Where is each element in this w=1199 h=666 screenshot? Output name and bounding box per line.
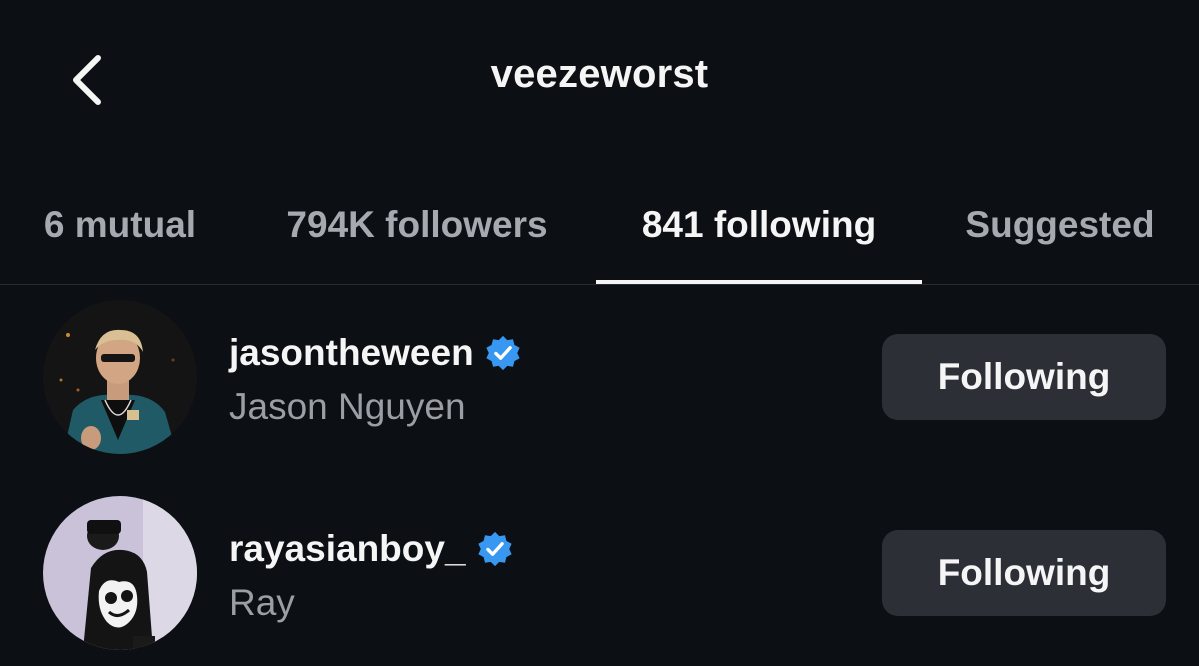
tab-bar: 6 mutual 794K followers 841 following Su… [0,180,1199,285]
username-text: rayasianboy_ [229,528,466,569]
username[interactable]: rayasianboy_ [229,528,514,570]
tab-mutual[interactable]: 6 mutual [20,180,220,284]
list-item[interactable]: jasontheween Jason Nguyen Following [0,290,1199,470]
following-button[interactable]: Following [882,334,1166,420]
username[interactable]: jasontheween [229,332,522,374]
tab-followers[interactable]: 794K followers [262,180,572,284]
tab-following[interactable]: 841 following [596,180,922,284]
following-button[interactable]: Following [882,530,1166,616]
avatar[interactable] [43,496,197,650]
verified-badge-icon [486,335,520,371]
active-tab-indicator [596,280,922,284]
verified-badge-icon [477,531,512,567]
top-bar: veezeworst [0,0,1199,160]
full-name: Ray [229,582,295,623]
list-item[interactable]: rayasianboy_ Ray Following [0,486,1199,666]
tab-suggested[interactable]: Suggested [946,180,1174,284]
full-name: Jason Nguyen [229,386,466,427]
avatar[interactable] [43,300,197,454]
page-title: veezeworst [490,52,709,96]
username-text: jasontheween [229,332,474,373]
